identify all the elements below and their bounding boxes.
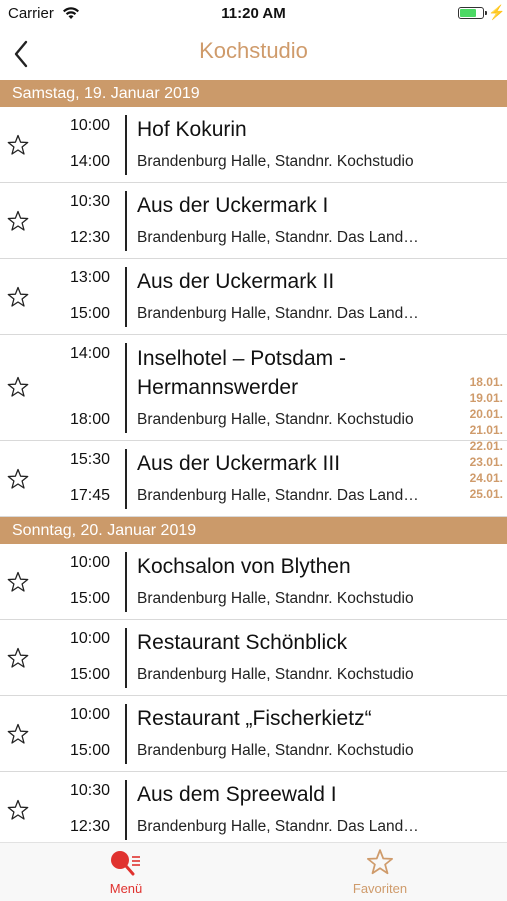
end-time: 18:00: [69, 411, 110, 428]
event-location: Brandenburg Halle, Standnr. Kochstudio: [137, 590, 414, 607]
event-location: Brandenburg Halle, Standnr. Kochstudio: [137, 411, 414, 428]
event-location: Brandenburg Halle, Standnr. Das Land…: [137, 487, 419, 504]
time-divider: [125, 552, 127, 612]
event-row[interactable]: 10:00 15:00 Restaurant „Fischerkietz“ Br…: [0, 696, 507, 772]
event-location: Brandenburg Halle, Standnr. Kochstudio: [137, 742, 414, 759]
date-index-item[interactable]: 18.01.: [459, 374, 507, 390]
start-time: 10:00: [69, 630, 110, 647]
navigation-bar: Kochstudio: [0, 28, 507, 78]
event-row[interactable]: 10:30 12:30 Aus dem Spreewald I Brandenb…: [0, 772, 507, 842]
date-index-item[interactable]: 25.01.: [459, 486, 507, 502]
status-bar: Carrier 11:20 AM ⚡: [0, 0, 507, 28]
event-title: Aus dem Spreewald I: [137, 783, 337, 806]
end-time: 15:00: [69, 590, 110, 607]
event-location: Brandenburg Halle, Standnr. Kochstudio: [137, 153, 414, 170]
event-location: Brandenburg Halle, Standnr. Kochstudio: [137, 666, 414, 683]
time-divider: [125, 267, 127, 327]
start-time: 10:00: [69, 706, 110, 723]
date-index-item[interactable]: 21.01.: [459, 422, 507, 438]
event-location: Brandenburg Halle, Standnr. Das Land…: [137, 229, 419, 246]
event-row[interactable]: 10:00 15:00 Kochsalon von Blythen Brande…: [0, 544, 507, 620]
tab-bar: Menü Favoriten: [0, 842, 507, 901]
time-divider: [125, 449, 127, 509]
charging-bolt-icon: ⚡: [488, 4, 506, 20]
event-title: Restaurant Schönblick: [137, 631, 348, 654]
end-time: 15:00: [69, 742, 110, 759]
end-time: 14:00: [69, 153, 110, 170]
event-row[interactable]: 10:30 12:30 Aus der Uckermark I Brandenb…: [0, 183, 507, 259]
event-row[interactable]: 14:00 18:00 Inselhotel – Potsdam - Herma…: [0, 335, 507, 441]
start-time: 14:00: [69, 345, 110, 362]
favorite-star-icon[interactable]: [6, 375, 30, 399]
time-divider: [125, 628, 127, 688]
battery-icon: [458, 7, 487, 19]
date-index-item[interactable]: 22.01.: [459, 438, 507, 454]
event-title: Kochsalon von Blythen: [137, 555, 351, 578]
event-title: Aus der Uckermark I: [137, 194, 329, 217]
menu-search-icon: [111, 851, 140, 876]
time-divider: [125, 704, 127, 764]
event-title: Inselhotel – Potsdam - Hermannswerder: [137, 347, 346, 399]
event-location: Brandenburg Halle, Standnr. Das Land…: [137, 818, 419, 835]
start-time: 15:30: [69, 451, 110, 468]
start-time: 10:00: [69, 117, 110, 134]
page-title: Kochstudio: [199, 38, 308, 63]
end-time: 15:00: [69, 305, 110, 322]
time-divider: [125, 343, 127, 433]
date-index-item[interactable]: 24.01.: [459, 470, 507, 486]
event-title: Restaurant „Fischerkietz“: [137, 707, 372, 730]
date-index-item[interactable]: 19.01.: [459, 390, 507, 406]
end-time: 12:30: [69, 818, 110, 835]
start-time: 13:00: [69, 269, 110, 286]
tab-favorites-label: Favoriten: [352, 881, 408, 896]
event-row[interactable]: 10:00 14:00 Hof Kokurin Brandenburg Hall…: [0, 107, 507, 183]
tab-favorites[interactable]: Favoriten: [300, 843, 460, 901]
event-row[interactable]: 15:30 17:45 Aus der Uckermark III Brande…: [0, 441, 507, 517]
start-time: 10:30: [69, 193, 110, 210]
tab-menu-label: Menü: [109, 881, 143, 896]
event-row[interactable]: 13:00 15:00 Aus der Uckermark II Branden…: [0, 259, 507, 335]
section-header-day: Sonntag, 20. Januar 2019: [0, 517, 507, 544]
clock: 11:20 AM: [221, 5, 286, 22]
event-location: Brandenburg Halle, Standnr. Das Land…: [137, 305, 419, 322]
time-divider: [125, 780, 127, 840]
event-list[interactable]: Samstag, 19. Januar 2019 10:00 14:00 Hof…: [0, 80, 507, 842]
end-time: 17:45: [69, 487, 110, 504]
time-divider: [125, 191, 127, 251]
start-time: 10:00: [69, 554, 110, 571]
date-index-item[interactable]: 20.01.: [459, 406, 507, 422]
tab-menu[interactable]: Menü: [46, 843, 206, 901]
end-time: 12:30: [69, 229, 110, 246]
event-row[interactable]: 10:00 15:00 Restaurant Schönblick Brande…: [0, 620, 507, 696]
event-title: Hof Kokurin: [137, 118, 247, 141]
end-time: 15:00: [69, 666, 110, 683]
date-section-index[interactable]: 18.01. 19.01. 20.01. 21.01. 22.01. 23.01…: [459, 374, 507, 502]
date-index-item[interactable]: 23.01.: [459, 454, 507, 470]
section-header-day: Samstag, 19. Januar 2019: [0, 80, 507, 107]
time-divider: [125, 115, 127, 175]
start-time: 10:30: [69, 782, 110, 799]
event-title: Aus der Uckermark III: [137, 452, 341, 475]
event-title: Aus der Uckermark II: [137, 270, 335, 293]
star-icon: [367, 849, 393, 875]
